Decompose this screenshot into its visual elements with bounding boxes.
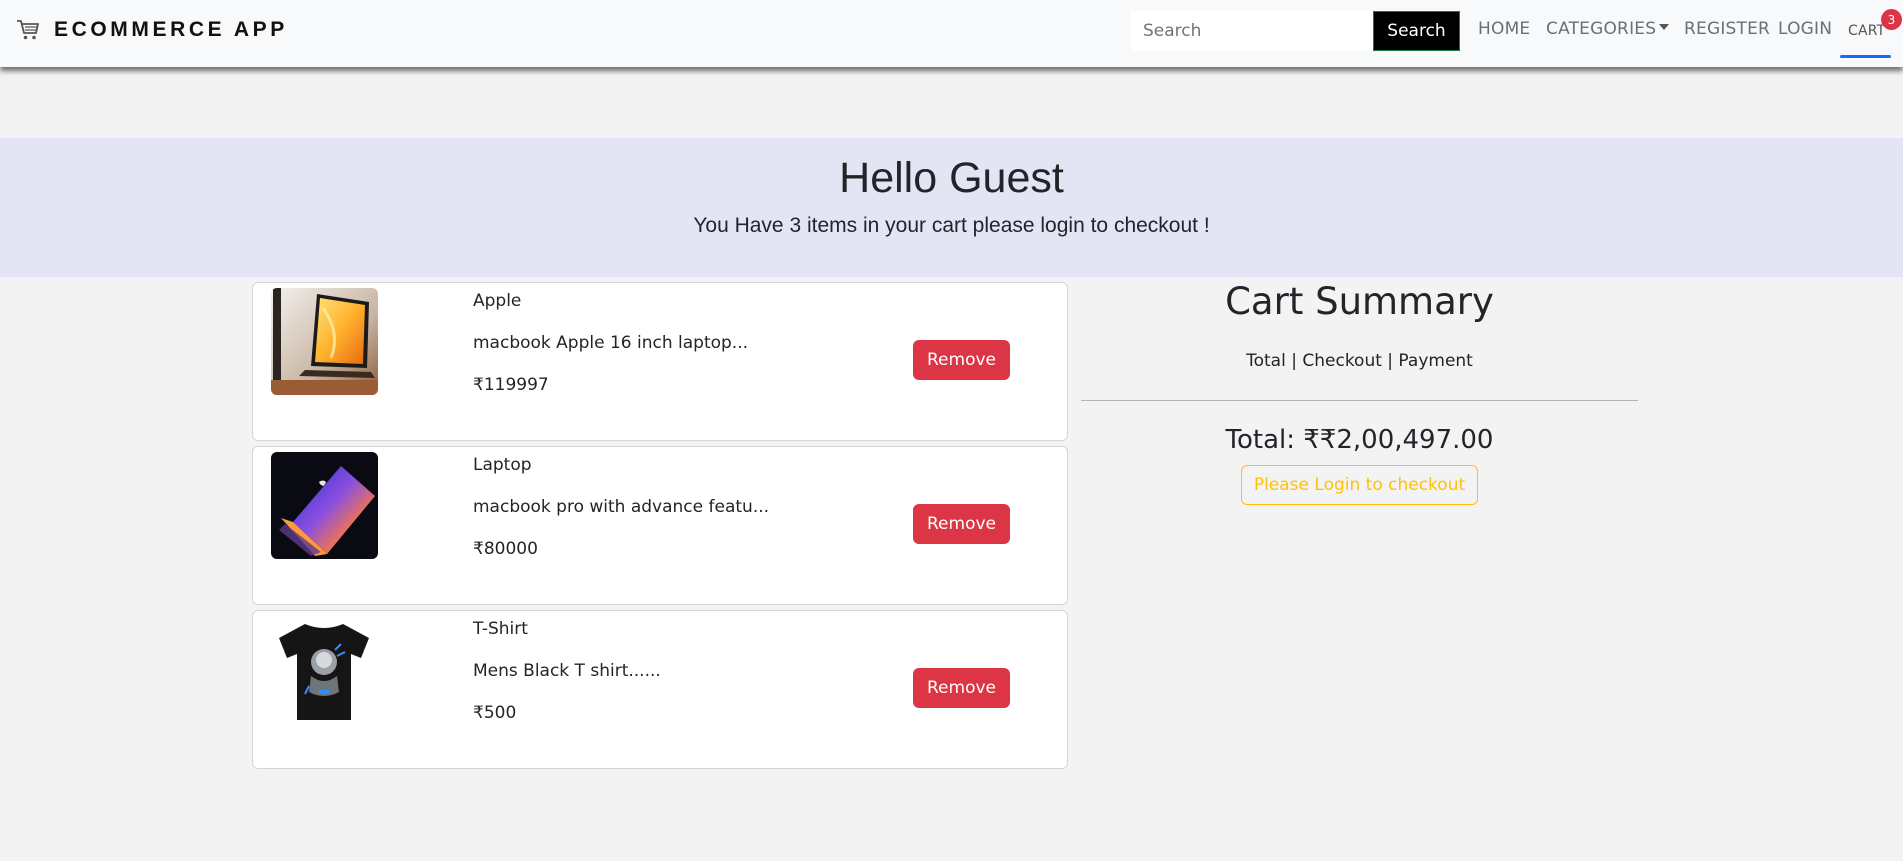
brand-name: ECOMMERCE APP [54,18,288,41]
product-description: macbook pro with advance featu... [473,497,770,517]
nav-home-link[interactable]: HOME [1478,19,1530,39]
cart-summary: Cart Summary Total | Checkout | Payment … [1081,278,1638,505]
brand[interactable]: ECOMMERCE APP [16,18,288,42]
cart-item-card: Apple macbook Apple 16 inch laptop... ₹1… [252,282,1068,441]
product-name: Apple [473,291,522,311]
product-image[interactable] [271,288,378,395]
cart-total: Total: ₹₹2,00,497.00 [1225,425,1494,455]
divider [1081,400,1638,401]
nav-login-link[interactable]: LOGIN [1778,19,1832,39]
product-name: Laptop [473,455,532,475]
product-name: T-Shirt [473,619,528,639]
product-description: Mens Black T shirt...... [473,661,661,681]
navbar: ECOMMERCE APP Search HOME CATEGORIES REG… [0,0,1903,67]
cart-item-card: T-Shirt Mens Black T shirt...... ₹500 Re… [252,610,1068,769]
product-image[interactable] [271,452,378,559]
nav-cart-link[interactable]: CART [1848,23,1885,39]
cart-count-badge: 3 [1881,9,1902,30]
product-description: macbook Apple 16 inch laptop... [473,333,749,353]
product-price: ₹119997 [473,375,549,395]
search-button[interactable]: Search [1373,11,1460,51]
cart-item-card: Laptop macbook pro with advance featu...… [252,446,1068,605]
nav-categories-label: CATEGORIES [1546,19,1657,39]
login-to-checkout-button[interactable]: Please Login to checkout [1240,465,1479,505]
nav-categories-dropdown[interactable]: CATEGORIES [1546,19,1670,39]
product-price: ₹500 [473,703,517,723]
greeting-title: Hello Guest [839,154,1064,202]
active-link-indicator [1840,55,1891,58]
cart-message: You Have 3 items in your cart please log… [693,214,1210,237]
summary-title: Cart Summary [1225,280,1494,323]
summary-subtitle: Total | Checkout | Payment [1246,351,1473,371]
remove-button[interactable]: Remove [913,668,1010,708]
search-input[interactable] [1131,11,1374,51]
product-image[interactable] [271,616,378,723]
remove-button[interactable]: Remove [913,504,1010,544]
greeting-banner: Hello Guest You Have 3 items in your car… [0,138,1903,277]
product-price: ₹80000 [473,539,538,559]
caret-down-icon [1659,24,1670,30]
remove-button[interactable]: Remove [913,340,1010,380]
nav-register-link[interactable]: REGISTER [1684,19,1770,39]
cart-icon [16,19,40,41]
